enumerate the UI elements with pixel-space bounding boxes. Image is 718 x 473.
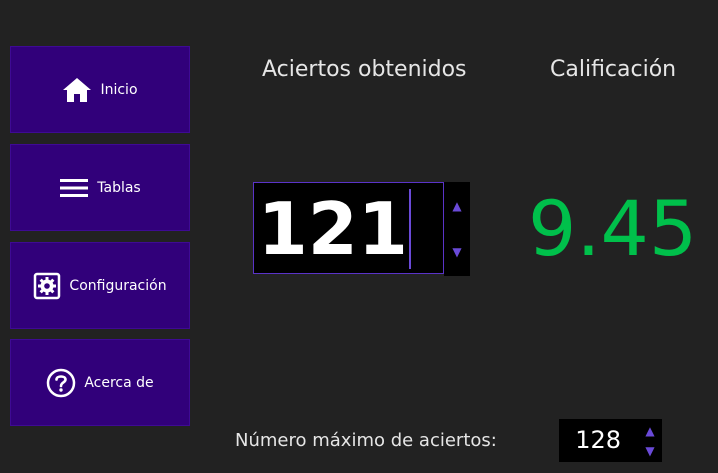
aciertos-value[interactable]: 121	[258, 187, 408, 271]
nav-label-configuracion: Configuración	[69, 277, 167, 294]
triangle-down-icon: ▼	[452, 245, 462, 259]
aciertos-decrement-button[interactable]: ▼	[444, 238, 470, 266]
menu-lines-icon	[59, 177, 89, 199]
triangle-up-icon: ▲	[452, 199, 462, 213]
nav-button-tablas[interactable]: Tablas	[10, 144, 190, 231]
nav-button-configuracion[interactable]: Configuración	[10, 242, 190, 329]
aciertos-spinbox[interactable]: 121	[253, 182, 444, 274]
max-aciertos-increment-button[interactable]: ▲	[637, 421, 663, 440]
settings-gear-icon	[33, 272, 61, 300]
max-aciertos-value[interactable]: 128	[575, 419, 621, 462]
max-aciertos-spinbox[interactable]: 128	[559, 419, 637, 462]
max-aciertos-spin-buttons: ▲ ▼	[637, 419, 662, 462]
calificacion-value: 9.45	[528, 184, 698, 273]
aciertos-heading: Aciertos obtenidos	[262, 57, 467, 82]
triangle-up-icon: ▲	[645, 423, 655, 438]
nav-button-acerca-de[interactable]: Acerca de	[10, 339, 190, 426]
aciertos-increment-button[interactable]: ▲	[444, 192, 470, 220]
nav-label-acerca-de: Acerca de	[84, 374, 154, 391]
nav-label-tablas: Tablas	[97, 179, 141, 196]
home-icon	[62, 77, 92, 103]
question-circle-icon	[46, 368, 76, 398]
text-cursor	[409, 189, 411, 269]
aciertos-spin-buttons: ▲ ▼	[444, 182, 470, 276]
max-aciertos-label: Número máximo de aciertos:	[235, 430, 497, 451]
calificacion-heading: Calificación	[550, 57, 677, 82]
max-aciertos-decrement-button[interactable]: ▼	[637, 441, 663, 460]
triangle-down-icon: ▼	[645, 443, 655, 458]
nav-button-inicio[interactable]: Inicio	[10, 46, 190, 133]
nav-label-inicio: Inicio	[100, 81, 138, 98]
